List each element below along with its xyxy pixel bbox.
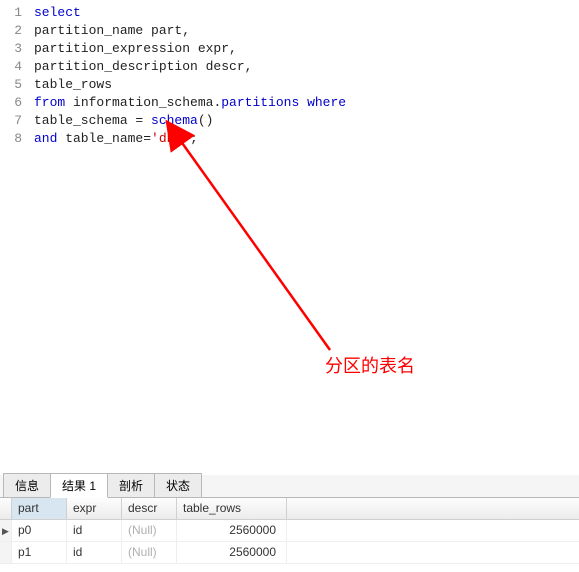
cell-expr: id [67,542,122,563]
cell-table-rows: 2560000 [177,542,287,563]
line-number: 1 [0,4,22,22]
row-marker [0,542,12,563]
table-row[interactable]: ▶p0id(Null)2560000 [0,520,579,542]
col-header[interactable]: descr [122,498,177,519]
code-line: table_rows [34,76,579,94]
col-header[interactable]: part [12,498,67,519]
code-content[interactable]: selectpartition_name part,partition_expr… [28,0,579,475]
cell-part: p1 [12,542,67,563]
line-number: 2 [0,22,22,40]
code-line: and table_name='db1'; [34,130,579,148]
cell-part: p0 [12,520,67,541]
result-tabs: 信息结果 1剖析状态 [0,475,579,498]
code-line: partition_name part, [34,22,579,40]
code-line: partition_expression expr, [34,40,579,58]
cell-expr: id [67,520,122,541]
code-line: select [34,4,579,22]
line-gutter: 12345678 [0,0,28,475]
results-body: ▶p0id(Null)2560000p1id(Null)2560000 [0,520,579,564]
cell-descr: (Null) [122,542,177,563]
tab-状态[interactable]: 状态 [154,473,202,497]
results-header-row: part expr descr table_rows [0,498,579,520]
code-line: from information_schema.partitions where [34,94,579,112]
line-number: 7 [0,112,22,130]
results-grid[interactable]: part expr descr table_rows ▶p0id(Null)25… [0,498,579,564]
code-line: table_schema = schema() [34,112,579,130]
code-line: partition_description descr, [34,58,579,76]
cell-table-rows: 2560000 [177,520,287,541]
col-header[interactable]: table_rows [177,498,287,519]
row-marker-header [0,498,12,519]
line-number: 4 [0,58,22,76]
row-marker: ▶ [0,520,12,541]
tab-剖析[interactable]: 剖析 [107,473,155,497]
line-number: 3 [0,40,22,58]
line-number: 8 [0,130,22,148]
tab-结果 1[interactable]: 结果 1 [50,473,108,498]
col-header[interactable]: expr [67,498,122,519]
line-number: 6 [0,94,22,112]
cell-descr: (Null) [122,520,177,541]
line-number: 5 [0,76,22,94]
tab-信息[interactable]: 信息 [3,473,51,497]
table-row[interactable]: p1id(Null)2560000 [0,542,579,564]
sql-editor[interactable]: 12345678 selectpartition_name part,parti… [0,0,579,475]
